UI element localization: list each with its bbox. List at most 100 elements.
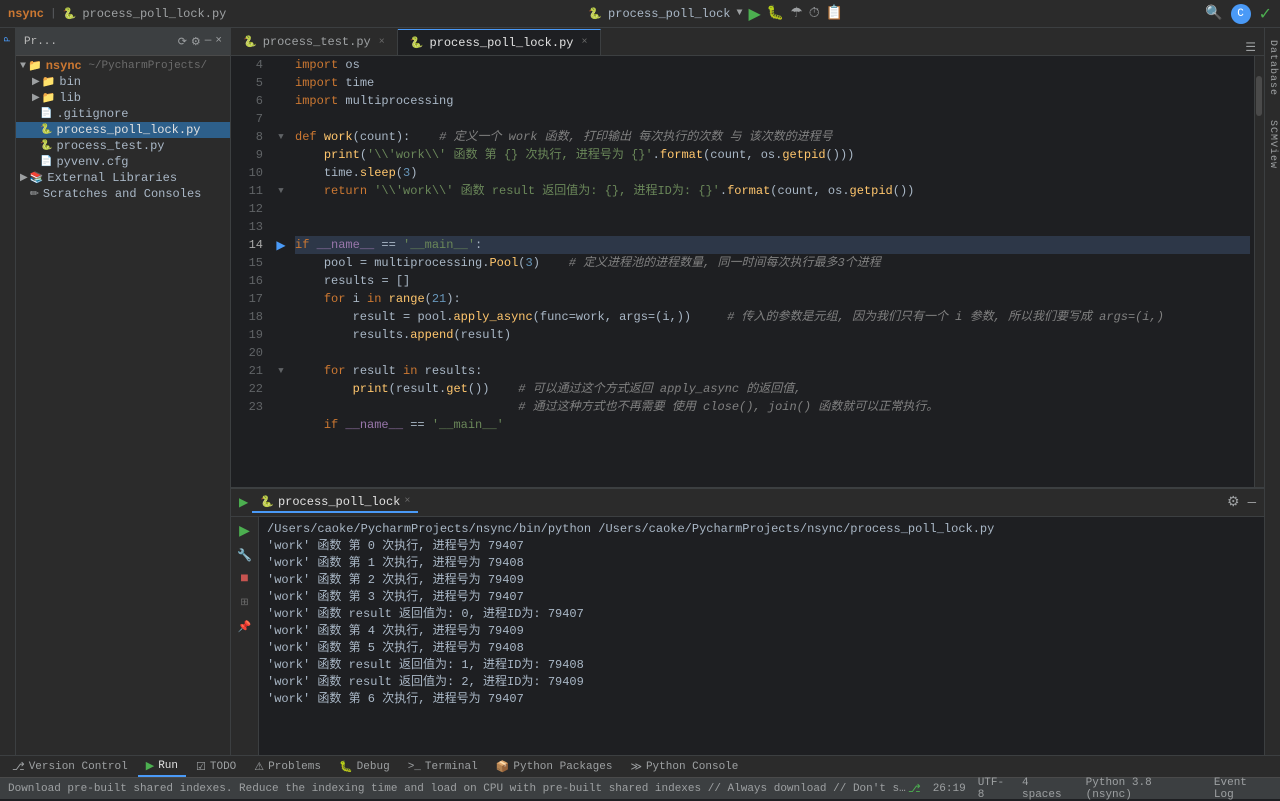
indent-status[interactable]: 4 spaces	[1022, 777, 1074, 801]
run-minimize-icon[interactable]: —	[1248, 495, 1256, 511]
tree-item-process-test[interactable]: 🐍 process_test.py	[16, 138, 230, 154]
btab-problems-icon: ⚠	[254, 760, 264, 774]
search-icon[interactable]: 🔍	[1205, 5, 1222, 22]
user-icon[interactable]: C	[1231, 4, 1251, 24]
indent-value: 4 spaces	[1022, 777, 1074, 801]
tree-item-external-libraries[interactable]: ▶ 📚 External Libraries	[16, 170, 230, 186]
project-close-icon[interactable]: ×	[215, 35, 222, 49]
line-col-value: 26:19	[933, 783, 966, 795]
console-output-4: 'work' 函数 result 返回值为: 0, 进程ID为: 79407	[267, 606, 1256, 623]
editor-scrollbar-thumb[interactable]	[1256, 76, 1262, 116]
tab-process-test[interactable]: 🐍 process_test.py ×	[231, 29, 398, 55]
run-tab-process-poll-lock[interactable]: 🐍 process_poll_lock ×	[252, 493, 418, 513]
run-console[interactable]: /Users/caoke/PycharmProjects/nsync/bin/p…	[259, 517, 1264, 755]
structure-icon[interactable]: ☰	[1245, 40, 1256, 55]
tree-item-nsync[interactable]: ▼ 📁 nsync ~/PycharmProjects/	[16, 58, 230, 74]
code-content[interactable]: import os import time import multiproces…	[291, 56, 1254, 487]
run-tab-name: process_poll_lock	[278, 495, 400, 509]
tree-item-process-poll-lock[interactable]: 🐍 process_poll_lock.py	[16, 122, 230, 138]
run-play-button[interactable]: ▶	[235, 521, 255, 541]
encoding-status[interactable]: UTF-8	[978, 777, 1010, 801]
tab-close-process-poll-lock[interactable]: ×	[581, 37, 587, 48]
tree-item-lib[interactable]: ▶ 📁 lib	[16, 90, 230, 106]
indicator-4	[271, 56, 291, 74]
linenum-20: 20	[231, 344, 271, 362]
project-sync-icon[interactable]: ⟳	[178, 35, 187, 49]
run-tab-bar: ▶ 🐍 process_poll_lock × ⚙ —	[231, 489, 1264, 517]
tab-name-process-poll-lock: process_poll_lock.py	[429, 36, 573, 50]
btab-python-packages[interactable]: 📦 Python Packages	[488, 758, 621, 776]
btab-terminal[interactable]: >_ Terminal	[400, 759, 486, 775]
indicator-16	[271, 272, 291, 290]
right-tab-scmview[interactable]: SCMView	[1265, 112, 1280, 177]
code-line-10: time.sleep(3)	[295, 164, 1250, 182]
indicator-13	[271, 218, 291, 236]
tree-item-bin[interactable]: ▶ 📁 bin	[16, 74, 230, 90]
topbar-left: nsync | 🐍 process_poll_lock.py	[8, 7, 226, 21]
indicator-23	[271, 398, 291, 416]
run-button[interactable]: ▶	[748, 4, 760, 24]
line-col-status[interactable]: 26:19	[933, 783, 966, 795]
python-status[interactable]: Python 3.8 (nsync)	[1086, 777, 1202, 801]
notification-text[interactable]: Download pre-built shared indexes. Reduc…	[8, 783, 908, 795]
btab-problems[interactable]: ⚠ Problems	[246, 758, 329, 776]
run-config-name: process_poll_lock	[608, 7, 730, 21]
linenum-15: 15	[231, 254, 271, 272]
linenum-13: 13	[231, 218, 271, 236]
tree-item-pyvenv[interactable]: 📄 pyvenv.cfg	[16, 154, 230, 170]
indicator-14[interactable]: ▶	[271, 236, 291, 254]
indicator-5	[271, 74, 291, 92]
code-line-22: print(result.get()) # 可以通过这个方式返回 apply_a…	[295, 380, 1250, 398]
tree-item-gitignore[interactable]: 📄 .gitignore	[16, 106, 230, 122]
run-tab-close[interactable]: ×	[404, 496, 410, 507]
python-value: Python 3.8 (nsync)	[1086, 777, 1202, 801]
code-line-4: import os	[295, 56, 1250, 74]
debug-button[interactable]: 🐛	[767, 5, 784, 22]
code-line-7	[295, 110, 1250, 128]
run-content-area: ▶ 🔧 ■ ⊞ 📌 /Users/caoke/PycharmProjects/n…	[231, 517, 1264, 755]
run-tools-button[interactable]: 🔧	[235, 545, 255, 565]
project-settings-icon[interactable]: ⚙	[191, 35, 201, 49]
project-header: Pr... ⟳ ⚙ — ×	[16, 28, 230, 56]
linenum-5: 5	[231, 74, 271, 92]
run-layout-button[interactable]: ⊞	[235, 593, 255, 613]
btab-vc-icon: ⎇	[12, 760, 25, 774]
active-file-icon: 🐍	[63, 7, 77, 21]
run-tasks-button[interactable]: 📋	[826, 5, 843, 22]
editor-scrollbar[interactable]	[1254, 56, 1264, 487]
linenum-18: 18	[231, 308, 271, 326]
console-output-0: 'work' 函数 第 0 次执行, 进程号为 79407	[267, 538, 1256, 555]
run-config-arrow[interactable]: ▼	[736, 8, 742, 19]
project-icon[interactable]: P	[1, 32, 15, 46]
btab-todo[interactable]: ☑ TODO	[188, 758, 244, 776]
vcs-status[interactable]: ⎇	[908, 782, 921, 796]
code-line-20	[295, 344, 1250, 362]
code-editor: 4 5 6 7 8 9 10 11 12 13 14 15 16 17 18 1…	[231, 56, 1264, 487]
linenum-8: 8	[231, 128, 271, 146]
tab-process-poll-lock[interactable]: 🐍 process_poll_lock.py ×	[398, 29, 601, 55]
green-check: ✓	[1259, 4, 1272, 24]
event-log-status[interactable]: Event Log	[1214, 777, 1272, 801]
btab-version-control[interactable]: ⎇ Version Control	[4, 758, 136, 776]
tree-item-scratches[interactable]: ▶ ✏ Scratches and Consoles	[16, 186, 230, 202]
run-settings-icon[interactable]: ⚙	[1227, 494, 1240, 511]
indicator-15	[271, 254, 291, 272]
run-pin-button[interactable]: 📌	[235, 617, 255, 637]
btab-run[interactable]: ▶ Run	[138, 757, 186, 777]
run-config-icon: 🐍	[588, 7, 602, 21]
project-collapse-icon[interactable]: —	[205, 35, 212, 49]
topbar-right: 🔍 C ✓	[1205, 4, 1272, 24]
code-line-19: results.append(result)	[295, 326, 1250, 344]
editor-toolbar-right: ☰	[1237, 40, 1264, 55]
btab-python-console[interactable]: ≫ Python Console	[622, 758, 746, 776]
right-tab-database[interactable]: Database	[1265, 32, 1280, 104]
run-stop-button[interactable]: ■	[235, 569, 255, 589]
profile-button[interactable]: ⏱	[809, 6, 820, 22]
tab-close-process-test[interactable]: ×	[379, 37, 385, 48]
console-output-3: 'work' 函数 第 3 次执行, 进程号为 79407	[267, 589, 1256, 606]
coverage-button[interactable]: ☂	[790, 5, 803, 22]
encoding-value: UTF-8	[978, 777, 1010, 801]
btab-debug[interactable]: 🐛 Debug	[331, 758, 398, 776]
event-log-value: Event Log	[1214, 777, 1272, 801]
indicator-21: ▼	[271, 362, 291, 380]
